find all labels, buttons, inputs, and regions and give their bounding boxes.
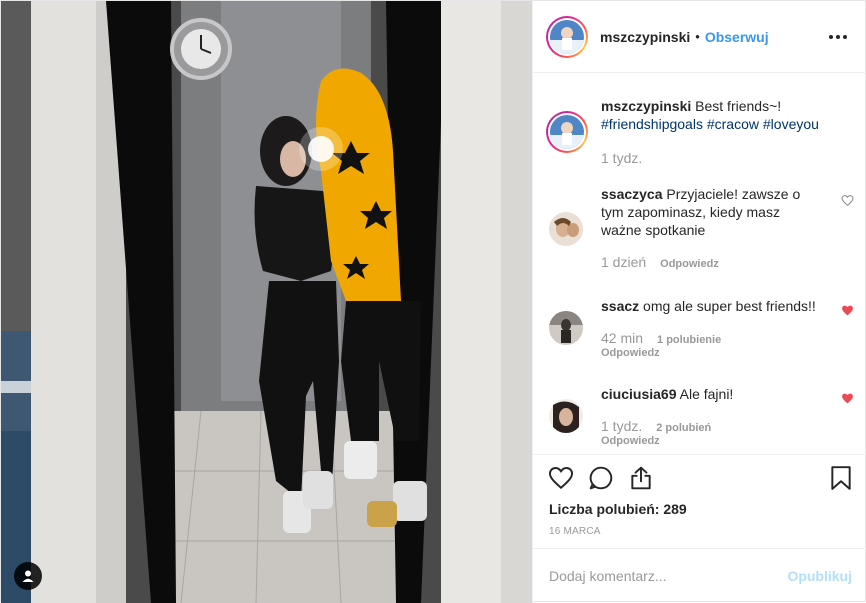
comment-likes-count[interactable]: 2 polubień <box>656 422 711 434</box>
author-username[interactable]: mszczypinski <box>600 29 690 45</box>
heart-filled-icon[interactable] <box>841 304 854 317</box>
more-dot-icon <box>829 34 833 39</box>
caption-username[interactable]: mszczypinski <box>601 98 691 114</box>
comment-time[interactable]: 1 dzień <box>601 254 646 270</box>
comment-text: ssacz omg ale super best friends!! <box>601 298 816 314</box>
comment-time[interactable]: 42 min <box>601 330 643 346</box>
caption-avatar-image <box>550 115 584 149</box>
more-dot-icon <box>836 34 840 39</box>
heart-outline-icon <box>548 467 574 490</box>
reply-button[interactable]: Odpowiedz <box>601 347 660 359</box>
publish-button[interactable]: Opublikuj <box>787 568 852 584</box>
comment-input[interactable] <box>549 568 788 584</box>
hashtag-link[interactable]: #friendshipgoals <box>601 116 703 132</box>
hashtag-link[interactable]: #cracow <box>707 116 759 132</box>
commenter-avatar[interactable] <box>549 399 583 433</box>
heart-filled-icon[interactable] <box>841 392 854 405</box>
author-avatar[interactable] <box>546 15 588 58</box>
share-button[interactable] <box>628 465 654 491</box>
likes-count[interactable]: Liczba polubień: 289 <box>549 501 687 517</box>
share-icon <box>631 466 651 490</box>
speech-bubble-icon <box>589 466 613 490</box>
caption-avatar[interactable] <box>546 111 588 153</box>
comment-text: ciuciusia69 Ale fajni! <box>601 386 734 402</box>
comment-composer: Opublikuj <box>533 548 866 603</box>
comment-time[interactable]: 1 tydz. <box>601 418 642 434</box>
user-icon <box>22 570 34 582</box>
caption-time[interactable]: 1 tydz. <box>601 150 642 166</box>
author-avatar-image <box>550 19 584 54</box>
hashtag-link[interactable]: #loveyou <box>763 116 819 132</box>
post-header: mszczypinski • Obserwuj <box>533 1 866 73</box>
post-date[interactable]: 16 MARCA <box>549 526 601 537</box>
follow-button[interactable]: Obserwuj <box>705 29 769 45</box>
caption-body: Best friends~! <box>695 98 782 114</box>
caption-text: mszczypinski Best friends~! #friendshipg… <box>601 97 856 133</box>
more-dot-icon <box>843 34 847 39</box>
post-actions: Liczba polubień: 289 16 MARCA <box>533 454 866 558</box>
reply-button[interactable]: Odpowiedz <box>660 258 719 270</box>
save-button[interactable] <box>829 465 853 491</box>
bookmark-icon <box>831 466 851 490</box>
commenter-username[interactable]: ciuciusia69 <box>601 386 677 402</box>
comment-meta: 1 dzień Odpowiedz <box>601 254 719 270</box>
commenter-avatar[interactable] <box>549 311 583 345</box>
separator-dot: • <box>695 29 700 44</box>
post-side-panel: mszczypinski • Obserwuj mszczypinski Bes… <box>532 1 866 603</box>
tagged-users-button[interactable] <box>14 562 42 590</box>
comment-meta: 1 tydz. 2 polubień <box>601 418 711 434</box>
heart-outline-icon[interactable] <box>841 194 854 207</box>
post-photo[interactable] <box>1 1 532 603</box>
mirror-selfie-photo <box>1 1 532 603</box>
instagram-post: mszczypinski • Obserwuj mszczypinski Bes… <box>0 0 866 603</box>
commenter-avatar[interactable] <box>549 212 583 246</box>
comment-likes-count[interactable]: 1 polubienie <box>657 334 721 346</box>
commenter-username[interactable]: ssacz <box>601 298 639 314</box>
more-options-button[interactable] <box>825 31 851 43</box>
commenter-username[interactable]: ssaczyca <box>601 186 663 202</box>
like-button[interactable] <box>548 465 574 491</box>
comment-meta: 42 min 1 polubienie <box>601 330 721 346</box>
comment-button[interactable] <box>588 465 614 491</box>
comments-section[interactable]: mszczypinski Best friends~! #friendshipg… <box>533 73 866 454</box>
comment-text: ssaczyca Przyjaciele! zawsze o tym zapom… <box>601 186 801 238</box>
reply-button[interactable]: Odpowiedz <box>601 435 660 447</box>
